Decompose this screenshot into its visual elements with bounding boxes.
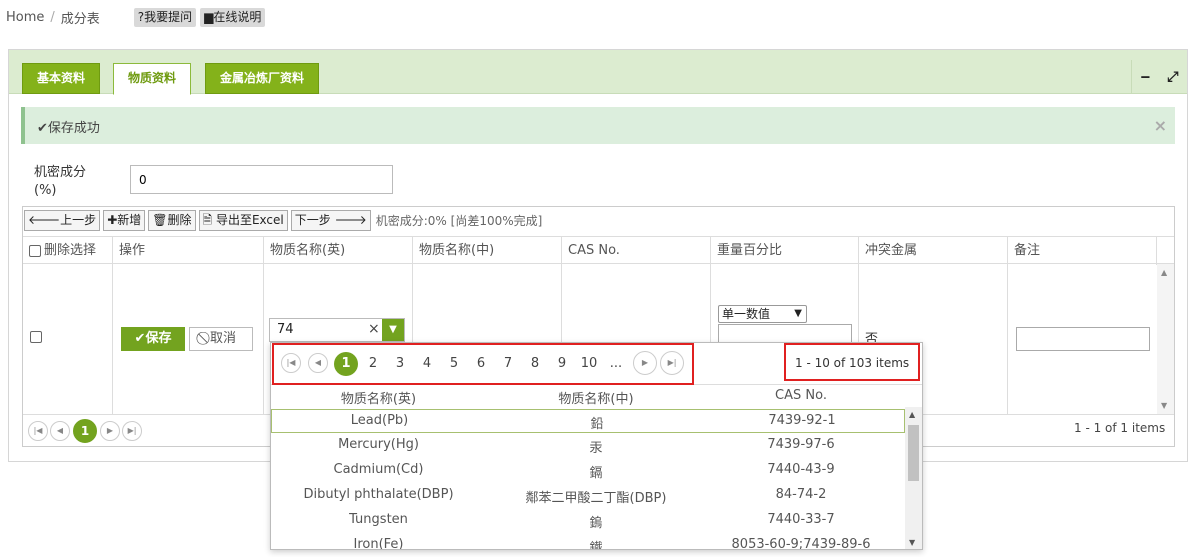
dropdown-option[interactable]: Mercury(Hg) 汞 7439-97-6 [271, 434, 905, 458]
option-name-zh: 鄰苯二甲酸二丁酯(DBP) [525, 491, 667, 506]
weight-type-value: 单一数值 [722, 307, 771, 321]
success-alert: ✔保存成功 × [21, 107, 1175, 144]
option-name-en: Tungsten [349, 512, 408, 527]
header-weight-percent[interactable]: 重量百分比 [711, 237, 859, 265]
prev-step-button[interactable]: 🡐上一步 [24, 209, 101, 231]
expand-icon[interactable]: ⤢ [1167, 69, 1178, 85]
next-page-icon[interactable]: ▶ [100, 421, 120, 441]
online-manual-button[interactable]: ▆在线说明 [200, 8, 266, 27]
alert-message: ✔保存成功 [37, 121, 100, 136]
grid-header: 删除选择 操作 物质名称(英) 物质名称(中) CAS No. 重量百分比 冲突… [23, 236, 1174, 265]
scroll-down-icon[interactable]: ▼ [1161, 401, 1167, 410]
header-actions: 操作 [113, 237, 264, 265]
note-input[interactable] [1016, 327, 1150, 351]
substance-combobox[interactable]: 74 × ▼ [269, 318, 405, 342]
column-divider [112, 264, 113, 414]
panel-tools: ‒ ⤢ [1131, 60, 1187, 94]
breadcrumb-current: 成分表 [60, 12, 100, 27]
option-name-zh: 鎢 [589, 516, 603, 531]
option-name-en: Dibutyl phthalate(DBP) [303, 487, 454, 502]
scroll-up-icon[interactable]: ▲ [909, 410, 915, 419]
dropdown-pager: |◀ ◀ 1 2 3 4 5 6 7 8 9 10 ... ▶ ▶| 1 - 1… [271, 343, 922, 385]
header-note[interactable]: 备注 [1008, 237, 1157, 265]
option-name-zh: 鐵 [589, 541, 603, 550]
dropdown-option[interactable]: Cadmium(Cd) 鎘 7440-43-9 [271, 459, 905, 483]
breadcrumb-home[interactable]: Home [6, 10, 44, 25]
ask-question-button[interactable]: ?我要提问 [133, 8, 197, 27]
prev-page-icon[interactable]: ◀ [50, 421, 70, 441]
panel-header: 基本资料 物质资料 金属冶炼厂资料 ‒ ⤢ [9, 50, 1187, 95]
header-name-zh[interactable]: 物质名称(中) [413, 237, 562, 265]
highlight-box [272, 343, 694, 385]
option-name-en: Iron(Fe) [353, 537, 404, 550]
clear-icon[interactable]: × [368, 321, 380, 337]
cancel-button[interactable]: ⃠ 取消 [189, 327, 253, 351]
close-icon[interactable]: × [1154, 116, 1167, 135]
option-cas: 7439-92-1 [768, 413, 836, 428]
option-cas: 8053-60-9;7439-89-6 [731, 537, 871, 550]
option-name-zh: 鉛 [590, 417, 604, 432]
option-cas: 7439-97-6 [767, 437, 835, 452]
dropdown-header-en: 物质名称(英) [340, 392, 417, 407]
dropdown-scrollbar[interactable]: ▲ ▼ [905, 407, 922, 549]
online-manual-label: 在线说明 [213, 10, 262, 24]
add-button[interactable]: ✚新增 [103, 209, 146, 231]
dropdown-option[interactable]: Lead(Pb) 鉛 7439-92-1 [271, 409, 905, 433]
option-name-en: Mercury(Hg) [338, 437, 419, 452]
grid-toolbar: 🡐上一步 ✚新增 🗑删除 🗎 导出至Excel 下一步 🡒 机密成分:0% [尚… [24, 209, 542, 231]
header-delete-select: 删除选择 [23, 237, 113, 265]
highlight-box [784, 343, 920, 381]
dropdown-header: 物质名称(英) 物质名称(中) CAS No. [271, 385, 905, 407]
export-excel-button[interactable]: 🗎 导出至Excel [198, 209, 288, 231]
footer-pager-info: 1 - 1 of 1 items [1074, 421, 1166, 435]
dropdown-option[interactable]: Iron(Fe) 鐵 8053-60-9;7439-89-6 [271, 534, 905, 550]
dropdown-option[interactable]: Dibutyl phthalate(DBP) 鄰苯二甲酸二丁酯(DBP) 84-… [271, 484, 905, 508]
dropdown-option[interactable]: Tungsten 鎢 7440-33-7 [271, 509, 905, 533]
select-all-checkbox[interactable] [29, 245, 41, 257]
option-cas: 84-74-2 [775, 487, 827, 502]
tab-substance-info[interactable]: 物质资料 [113, 63, 192, 95]
next-step-button[interactable]: 下一步 🡒 [290, 209, 371, 231]
header-name-en[interactable]: 物质名称(英) [264, 237, 413, 265]
breadcrumb: Home / 成分表 ?我要提问 ▆在线说明 [6, 8, 266, 27]
dropdown-header-cas: CAS No. [775, 388, 827, 403]
combobox-value[interactable]: 74 [277, 322, 294, 337]
footer-page-number[interactable]: 1 [73, 419, 97, 443]
weight-type-select[interactable]: 单一数值 ▼ [718, 305, 807, 323]
scroll-up-icon[interactable]: ▲ [1161, 268, 1167, 277]
chevron-down-icon: ▼ [794, 308, 802, 319]
breadcrumb-separator: / [50, 10, 55, 25]
tab-smelter-info[interactable]: 金属冶炼厂资料 [205, 63, 320, 94]
chevron-down-icon[interactable]: ▼ [382, 319, 404, 341]
row-delete-checkbox[interactable] [30, 331, 42, 343]
option-name-en: Cadmium(Cd) [333, 462, 424, 477]
substance-dropdown: |◀ ◀ 1 2 3 4 5 6 7 8 9 10 ... ▶ ▶| 1 - 1… [270, 342, 923, 550]
option-name-en: Lead(Pb) [350, 413, 409, 428]
secret-ratio-input[interactable] [130, 165, 393, 194]
option-name-zh: 汞 [589, 441, 603, 456]
header-delete-select-label: 删除选择 [44, 243, 97, 258]
option-cas: 7440-33-7 [767, 512, 835, 527]
save-button[interactable]: ✔保存 [121, 327, 185, 351]
delete-button[interactable]: 🗑删除 [148, 209, 196, 231]
grid-scrollbar[interactable]: ▲ ▼ [1157, 264, 1174, 414]
header-cas[interactable]: CAS No. [562, 237, 711, 265]
tab-basic-info[interactable]: 基本资料 [22, 63, 101, 94]
first-page-icon[interactable]: |◀ [28, 421, 48, 441]
last-page-icon[interactable]: ▶| [122, 421, 142, 441]
dropdown-header-zh: 物质名称(中) [558, 392, 634, 407]
scroll-down-icon[interactable]: ▼ [909, 538, 915, 547]
secret-progress-info: 机密成分:0% [尚差100%完成] [375, 213, 543, 228]
secret-ratio-label: 机密成分 (%) [34, 165, 87, 198]
minimize-icon[interactable]: ‒ [1141, 69, 1151, 85]
option-name-zh: 鎘 [589, 466, 603, 481]
column-divider [1007, 264, 1008, 414]
weight-value-input[interactable] [718, 324, 852, 344]
scrollbar-thumb[interactable] [908, 425, 919, 481]
header-conflict-metal[interactable]: 冲突金属 [859, 237, 1008, 265]
column-divider [263, 264, 264, 414]
option-cas: 7440-43-9 [767, 462, 835, 477]
